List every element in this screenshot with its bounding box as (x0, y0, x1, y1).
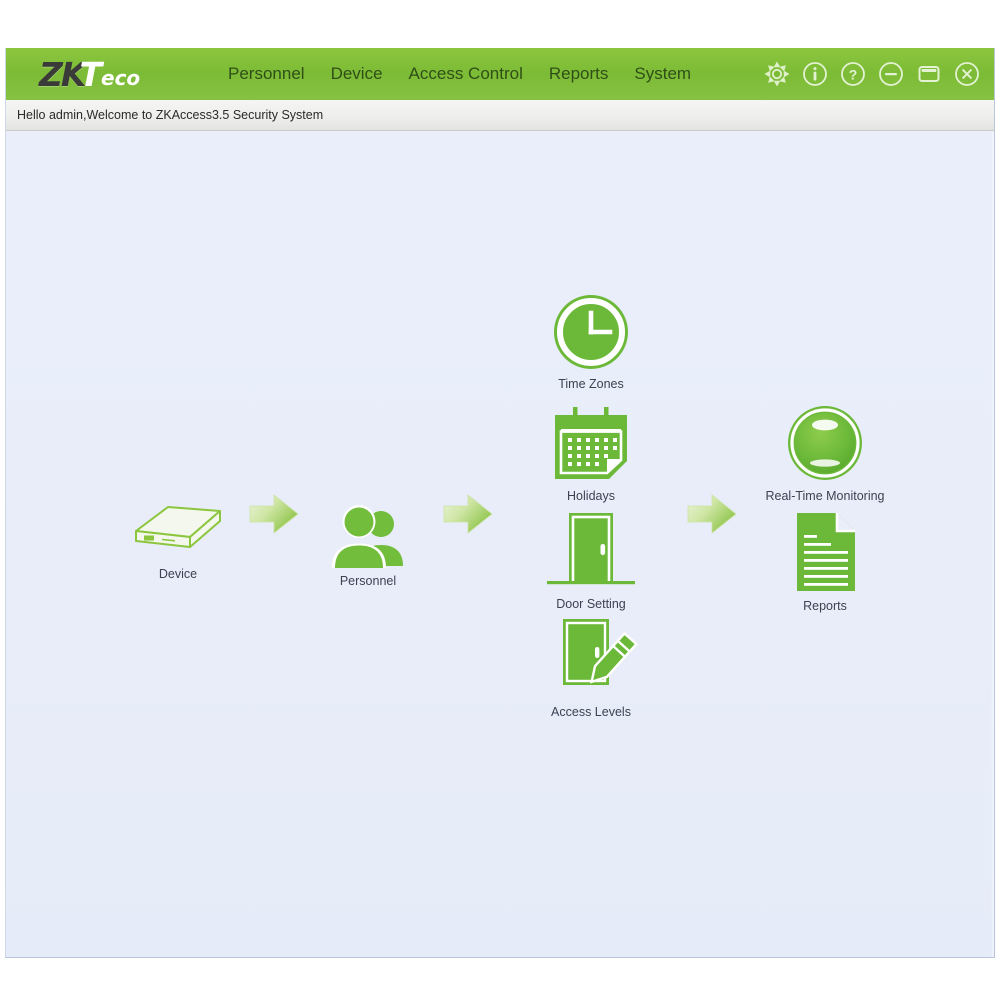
logo-zk-text: ZK (39, 54, 86, 94)
workflow-node-personnel[interactable]: Personnel (298, 478, 438, 588)
canvas-right-edge (991, 131, 994, 957)
workflow-node-reports[interactable]: Reports (755, 503, 895, 613)
workflow-node-label: Reports (803, 599, 847, 613)
workflow-node-label: Device (158, 567, 198, 581)
arrow-accesscontrol-to-monitoring (684, 489, 740, 539)
clock-icon (521, 281, 661, 371)
arrow-device-to-personnel (246, 489, 302, 539)
svg-text:?: ? (849, 67, 858, 83)
workflow-canvas: Device Personnel Time Zones Holidays Doo… (6, 131, 994, 957)
title-bar: ZK Teco Personnel Device Access Control R… (6, 48, 994, 100)
logo-teco-text: Teco (79, 54, 141, 94)
main-menu: Personnel Device Access Control Reports … (215, 48, 704, 100)
workflow-node-time-zones[interactable]: Time Zones (521, 281, 661, 391)
settings-gear-icon[interactable] (762, 59, 792, 89)
menu-item-device[interactable]: Device (318, 48, 396, 100)
window-controls: ? (758, 48, 986, 100)
workflow-node-door-setting[interactable]: Door Setting (521, 501, 661, 611)
menu-item-access-control[interactable]: Access Control (396, 48, 536, 100)
workflow-node-holidays[interactable]: Holidays (521, 393, 661, 503)
door-icon (521, 501, 661, 591)
workflow-node-real-time-monitoring[interactable]: Real-Time Monitoring (755, 393, 895, 503)
workflow-node-device[interactable]: Device (108, 471, 248, 581)
monitor-orb-icon (755, 393, 895, 483)
close-button[interactable] (952, 59, 982, 89)
workflow-node-label: Real-Time Monitoring (765, 489, 885, 503)
calendar-icon (521, 393, 661, 483)
arrow-personnel-to-accesscontrol (440, 489, 496, 539)
welcome-message: Hello admin,Welcome to ZKAccess3.5 Secur… (17, 108, 324, 122)
workflow-node-label: Time Zones (558, 377, 624, 391)
workflow-node-label: Personnel (339, 574, 397, 588)
maximize-button[interactable] (914, 59, 944, 89)
zkteco-logo: ZK Teco (39, 57, 189, 91)
info-icon[interactable] (800, 59, 830, 89)
application-window: ZK Teco Personnel Device Access Control R… (5, 48, 995, 958)
help-icon[interactable]: ? (838, 59, 868, 89)
menu-item-reports[interactable]: Reports (536, 48, 622, 100)
menu-item-system[interactable]: System (621, 48, 704, 100)
document-icon (755, 503, 895, 593)
welcome-bar: Hello admin,Welcome to ZKAccess3.5 Secur… (6, 100, 994, 131)
workflow-node-access-levels[interactable]: Access Levels (521, 609, 661, 719)
menu-item-personnel[interactable]: Personnel (215, 48, 318, 100)
people-icon (298, 478, 438, 568)
workflow-node-label: Access Levels (551, 705, 631, 719)
door-pencil-icon (521, 609, 661, 699)
device-box-icon (108, 471, 248, 561)
minimize-button[interactable] (876, 59, 906, 89)
